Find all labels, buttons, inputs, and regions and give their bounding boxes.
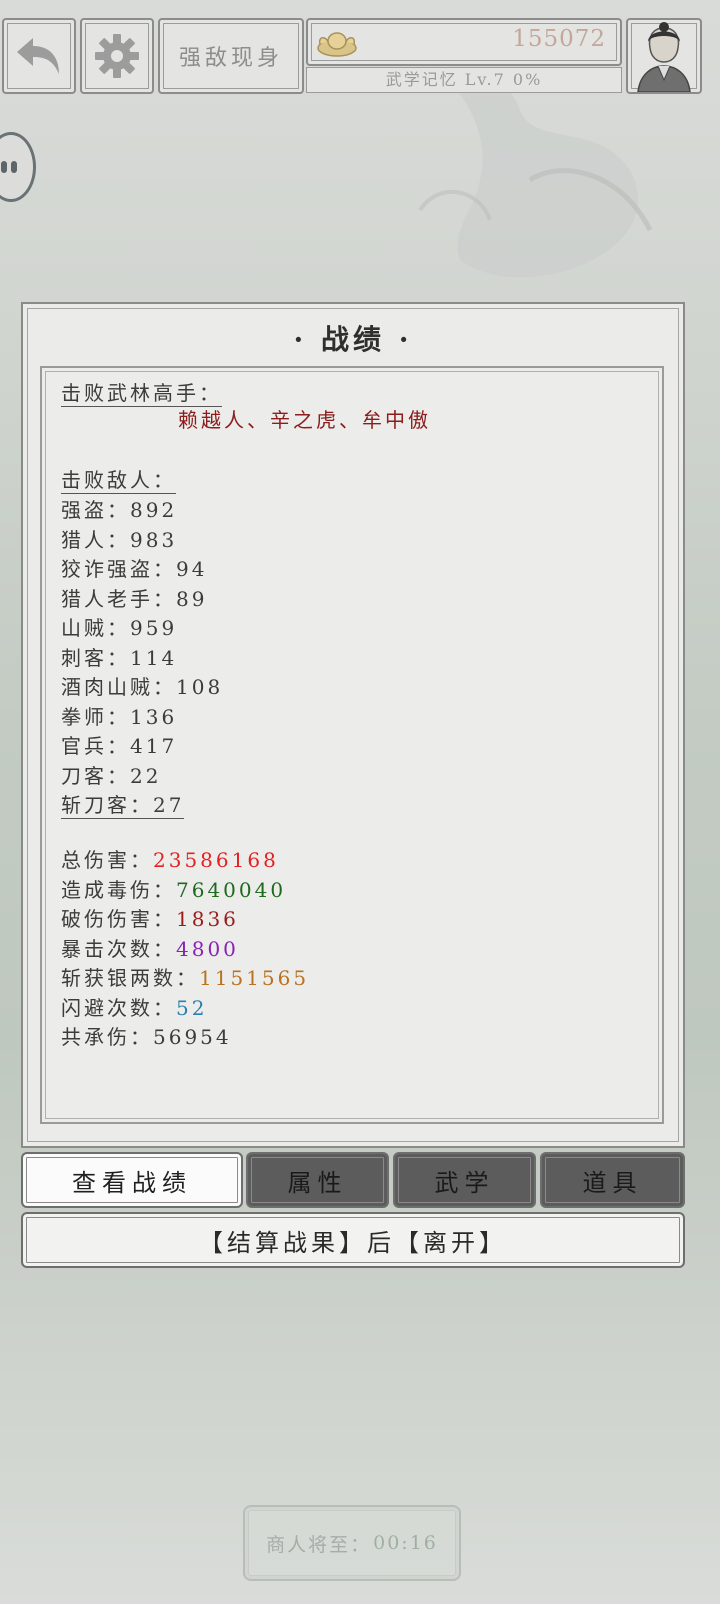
enemy-row: 官兵：417 — [61, 730, 177, 759]
defeated-masters: 赖越人、辛之虎、牟中傲 — [178, 408, 431, 432]
tab-items[interactable]: 道具 — [540, 1152, 685, 1208]
settle-and-leave-button[interactable]: 【结算战果】后【离开】 — [21, 1212, 685, 1268]
tab-battle-record[interactable]: 查看战绩 — [21, 1152, 243, 1208]
stat-label: 总伤害 — [61, 848, 130, 872]
merchant-label: 商人将至： — [266, 1533, 372, 1556]
currency-box: 155072 — [306, 18, 622, 66]
gear-icon — [95, 34, 139, 78]
enemy-count: 108 — [176, 675, 224, 699]
stat-value: 56954 — [153, 1025, 232, 1049]
stat-value: 7640040 — [176, 877, 287, 902]
gold-ingot-icon — [317, 32, 357, 57]
stat-row: 斩获银两数：1151565 — [61, 966, 310, 990]
enemy-entry: 刀客：22 — [61, 763, 162, 788]
enemy-entry: 山贼：959 — [61, 616, 178, 640]
stat-label: 斩获银两数 — [61, 966, 176, 990]
enemy-entry: 刺客：114 — [61, 645, 178, 670]
settings-button[interactable] — [80, 18, 154, 94]
enemy-entry: 斩刀客：27 — [61, 793, 185, 819]
stat-label: 暴击次数 — [61, 936, 153, 961]
chat-button[interactable] — [0, 132, 36, 202]
stat-row: 暴击次数：4800 — [61, 936, 239, 961]
enemy-row: 狡诈强盗：94 — [61, 553, 207, 582]
enemy-count: 136 — [130, 704, 178, 729]
enemy-count: 22 — [130, 763, 162, 788]
stat-row: 共承伤：56954 — [61, 1025, 232, 1049]
stat-value: 4800 — [176, 936, 239, 961]
stat-label: 破伤伤害 — [61, 907, 153, 931]
stat-value: 1151565 — [199, 966, 310, 990]
enemy-row: 拳师：136 — [61, 701, 177, 730]
enemy-name: 强盗 — [61, 498, 107, 522]
enemy-name: 猎人老手 — [61, 586, 153, 611]
enemy-entry: 猎人：983 — [61, 527, 178, 552]
stat-value: 23586168 — [153, 848, 279, 872]
enemy-name: 猎人 — [61, 527, 107, 552]
enemy-row: 刺客：114 — [61, 642, 177, 671]
stat-row: 闪避次数：52 — [61, 995, 208, 1020]
merchant-countdown: 00:16 — [373, 1532, 438, 1554]
back-arrow-icon — [17, 38, 59, 74]
enemy-entry: 强盗：892 — [61, 498, 178, 522]
masters-label: 击败武林高手： — [61, 377, 222, 407]
stat-row: 破伤伤害：1836 — [61, 907, 239, 931]
enemy-count: 983 — [130, 527, 178, 552]
stat-value: 1836 — [176, 907, 239, 931]
enemy-name: 刀客 — [61, 763, 107, 788]
enemy-count: 959 — [130, 616, 178, 640]
enemy-count: 417 — [130, 734, 178, 758]
enemy-entry: 狡诈强盗：94 — [61, 557, 208, 581]
stat-row: 总伤害：23586168 — [61, 848, 279, 872]
stat-label: 闪避次数 — [61, 995, 153, 1020]
enemy-name: 拳师 — [61, 704, 107, 729]
enemy-count: 892 — [130, 498, 178, 522]
back-button[interactable] — [2, 18, 76, 94]
enemy-name: 官兵 — [61, 734, 107, 758]
enemy-name: 狡诈强盗 — [61, 557, 153, 581]
enemy-entry: 猎人老手：89 — [61, 586, 208, 611]
stat-value: 52 — [176, 995, 208, 1020]
coin-count: 155072 — [512, 26, 606, 52]
merchant-timer: 商人将至： 00:16 — [243, 1505, 461, 1581]
tab-attributes[interactable]: 属性 — [246, 1152, 389, 1208]
stat-label: 共承伤 — [61, 1025, 130, 1049]
enemies-label: 击败敌人： — [61, 464, 176, 494]
enemy-name: 斩刀客 — [61, 793, 130, 817]
panel-title: · 战绩 · — [293, 323, 413, 356]
enemy-name: 山贼 — [61, 616, 107, 640]
enemy-row: 斩刀客：27 — [61, 789, 185, 819]
enemy-row: 酒肉山贼：108 — [61, 671, 223, 700]
ink-wash-decoration — [418, 67, 653, 278]
enemy-count: 114 — [130, 645, 178, 670]
stat-label: 造成毒伤 — [61, 877, 153, 902]
enemy-count: 94 — [176, 557, 208, 581]
enemy-name: 刺客 — [61, 645, 107, 670]
enemy-row: 强盗：892 — [61, 494, 177, 523]
enemy-name: 酒肉山贼 — [61, 675, 153, 699]
enemy-entry: 拳师：136 — [61, 704, 178, 729]
enemy-count: 89 — [176, 586, 208, 611]
stage-title-box: 强敌现身 — [158, 18, 304, 94]
enemy-count: 27 — [153, 793, 185, 817]
enemy-row: 山贼：959 — [61, 612, 177, 641]
enemy-row: 刀客：22 — [61, 760, 161, 789]
enemy-entry: 官兵：417 — [61, 734, 178, 758]
chat-icon-dot — [11, 161, 17, 173]
tab-martial-arts[interactable]: 武学 — [393, 1152, 536, 1208]
level-progress: 武学记忆 Lv.7 0% — [306, 67, 622, 93]
stat-row: 造成毒伤：7640040 — [61, 877, 287, 902]
enemy-row: 猎人老手：89 — [61, 583, 207, 612]
enemies-label-text: 击败敌人： — [61, 468, 176, 494]
enemy-entry: 酒肉山贼：108 — [61, 675, 224, 699]
stage-title: 强敌现身 — [178, 46, 283, 71]
avatar — [637, 22, 691, 92]
enemy-row: 猎人：983 — [61, 524, 177, 553]
avatar-button[interactable] — [626, 18, 702, 94]
chat-icon — [1, 161, 7, 173]
